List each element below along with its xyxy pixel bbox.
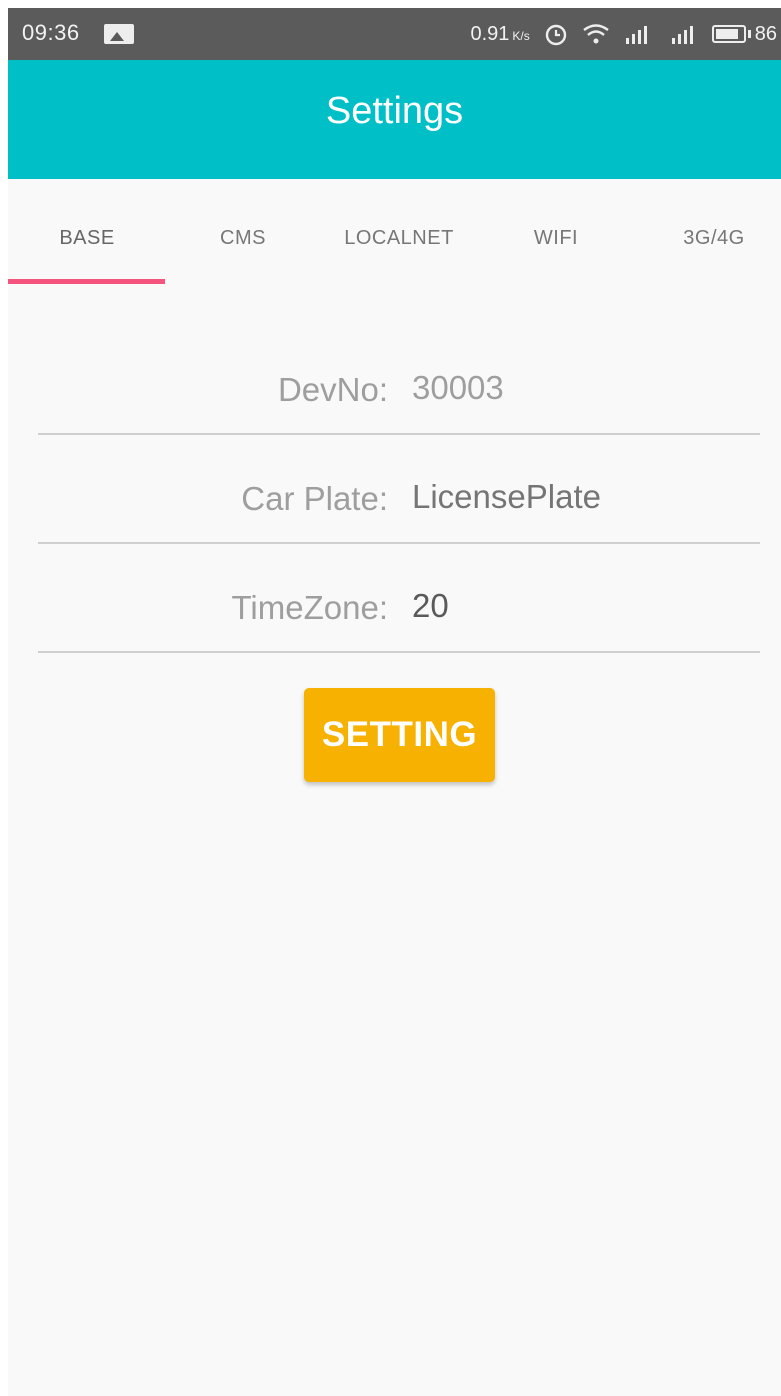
app-toolbar: Settings: [8, 60, 781, 179]
tab-cms[interactable]: CMS: [220, 227, 266, 250]
car-plate-row: Car Plate:: [38, 436, 760, 544]
timezone-label: TimeZone:: [231, 589, 389, 626]
wifi-icon: [582, 23, 610, 45]
car-plate-label: Car Plate:: [241, 480, 388, 517]
devno-input[interactable]: [412, 365, 752, 411]
alarm-icon: [544, 22, 568, 46]
tab-localnet[interactable]: LOCALNET: [344, 227, 454, 250]
tab-3g4g[interactable]: 3G/4G: [683, 227, 744, 250]
timezone-input[interactable]: [412, 583, 752, 629]
status-time: 09:36: [22, 20, 80, 45]
tab-indicator: [8, 279, 165, 284]
signal-icon: [666, 23, 698, 45]
status-icons: 0.91 K/s 86: [470, 18, 777, 50]
timezone-row: TimeZone:: [38, 545, 760, 653]
battery-icon: 86: [711, 22, 777, 46]
net-speed-unit: K/s: [512, 28, 530, 43]
status-bar: 09:36 0.91 K/s 86: [8, 8, 781, 60]
net-speed-value: 0.91: [470, 22, 510, 45]
app-screen: 09:36 0.91 K/s 86 Settings BASE CMS LOCA…: [8, 8, 781, 1396]
car-plate-input[interactable]: [412, 474, 752, 520]
devno-row: DevNo:: [38, 327, 760, 435]
setting-button[interactable]: SETTING: [304, 688, 495, 782]
battery-percent: 86: [754, 22, 777, 45]
tab-bar: BASE CMS LOCALNET WIFI 3G/4G: [8, 179, 781, 289]
page-title: Settings: [325, 90, 464, 132]
signal-icon: [624, 23, 652, 45]
net-speed: 0.91 K/s: [470, 23, 529, 46]
tab-base[interactable]: BASE: [59, 227, 114, 250]
tab-wifi[interactable]: WIFI: [534, 227, 578, 250]
image-icon: [104, 24, 134, 44]
devno-label: DevNo:: [277, 371, 388, 408]
